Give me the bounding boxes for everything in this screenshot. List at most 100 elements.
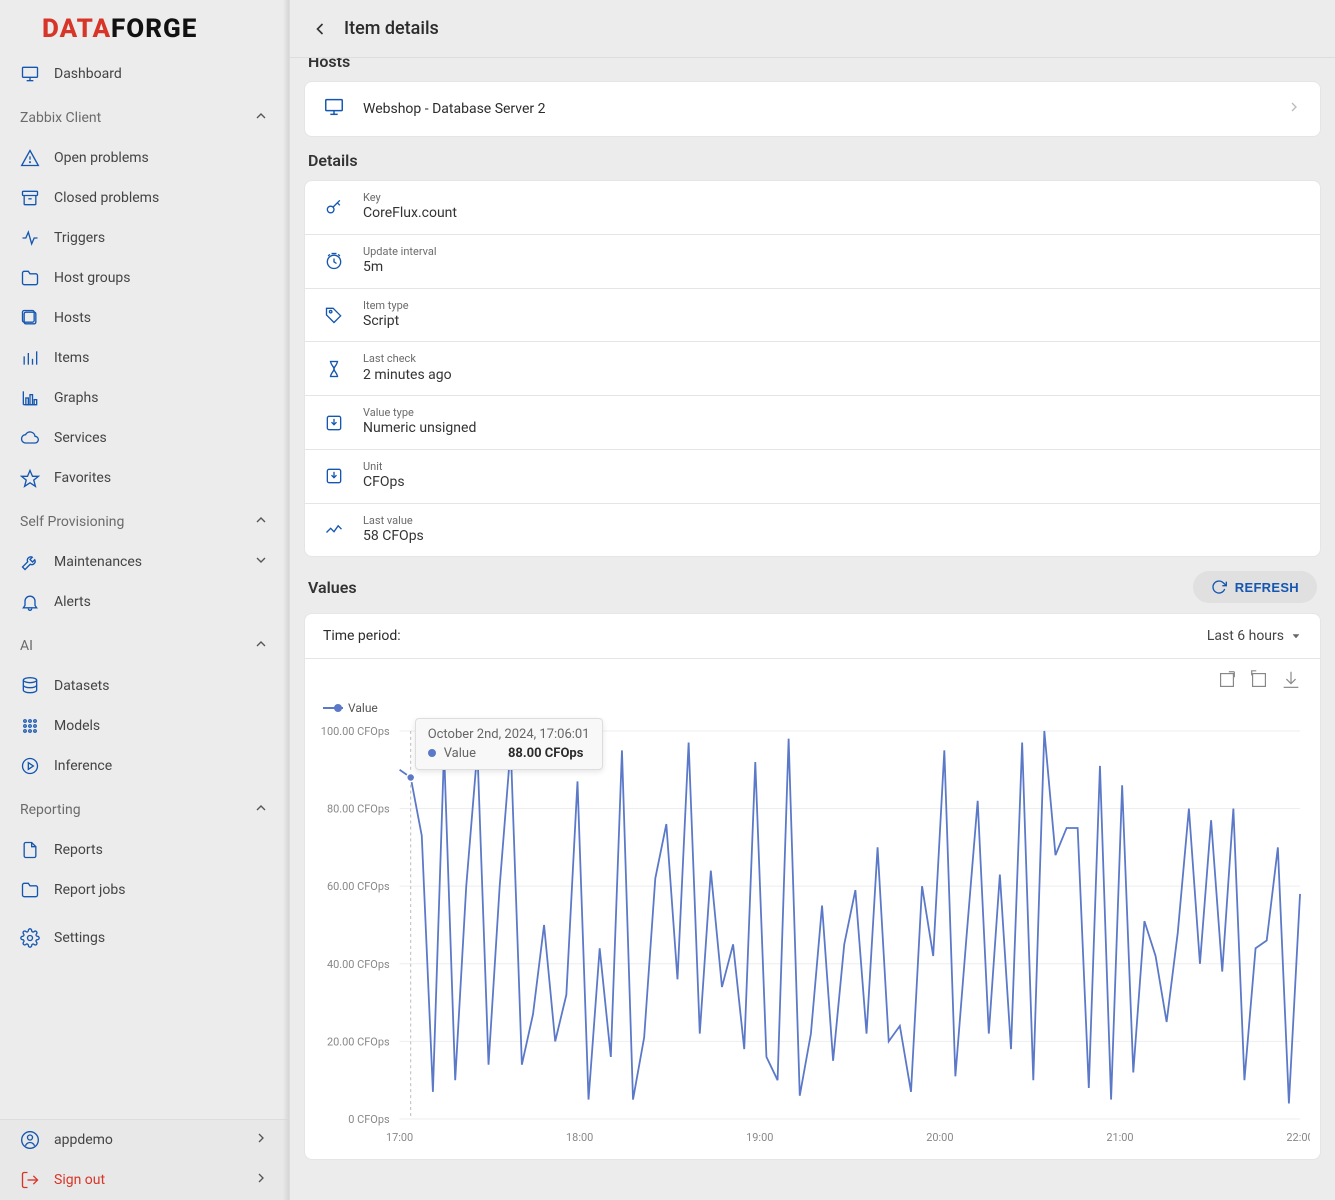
sidebar-group-reporting[interactable]: Reporting [0,786,289,830]
detail-label: Key [363,191,457,204]
sidebar-item-label: Inference [54,758,112,774]
sidebar-item-label: Host groups [54,270,131,286]
detail-value: 2 minutes ago [363,366,452,386]
content[interactable]: Hosts Webshop - Database Server 2 Detail… [290,58,1335,1200]
sidebar-item-label: Items [54,350,89,366]
line-chart[interactable]: 0 CFOps20.00 CFOps40.00 CFOps60.00 CFOps… [315,721,1310,1149]
refresh-label: REFRESH [1235,580,1299,595]
host-row[interactable]: Webshop - Database Server 2 [305,82,1320,136]
sidebar-signout-label: Sign out [54,1172,105,1188]
sidebar-item-graphs[interactable]: Graphs [0,378,289,418]
wrench-icon [20,552,40,572]
chevron-up-icon [253,800,269,820]
sidebar-item-hosts[interactable]: Hosts [0,298,289,338]
chart-area: Value 0 CFOps20.00 CFOps40.00 CFOps60.00… [305,659,1320,1159]
folder-icon [20,880,40,900]
sidebar-item-maintenances[interactable]: Maintenances [0,542,289,582]
app-logo: DATAFORGE [0,0,289,54]
sidebar-group-ai[interactable]: AI [0,622,289,666]
svg-text:19:00: 19:00 [746,1131,773,1144]
sidebar-item-favorites[interactable]: Favorites [0,458,289,498]
detail-row-last-check: Last check2 minutes ago [305,342,1320,396]
sidebar-item-closed-problems[interactable]: Closed problems [0,178,289,218]
sidebar-item-label: Datasets [54,678,109,694]
svg-text:17:00: 17:00 [386,1131,413,1144]
sidebar-item-settings[interactable]: Settings [0,918,289,958]
sidebar-item-label: Graphs [54,390,98,406]
detail-label: Value type [363,406,476,419]
sidebar-item-models[interactable]: Models [0,706,289,746]
legend-label: Value [348,701,378,715]
tag-icon [323,305,345,325]
sidebar-item-label: Maintenances [54,554,142,570]
star-icon [20,468,40,488]
sidebar-item-user[interactable]: appdemo [0,1120,289,1160]
back-button[interactable] [306,15,334,43]
zoom-select-icon[interactable] [1216,669,1238,691]
layers-icon [20,308,40,328]
key-icon [323,197,345,217]
main: Item details Hosts Webshop - Database Se… [290,0,1335,1200]
period-label: Time period: [323,628,401,644]
download-icon[interactable] [1280,669,1302,691]
sidebar-item-label: Closed problems [54,190,159,206]
sidebar-item-items[interactable]: Items [0,338,289,378]
page-title: Item details [344,18,439,39]
sidebar-footer: appdemo Sign out [0,1119,289,1200]
host-name: Webshop - Database Server 2 [363,101,546,117]
chevron-right-icon [253,1170,269,1190]
chevron-right-icon [1286,99,1302,119]
sidebar-item-label: Hosts [54,310,91,326]
gear-icon [20,928,40,948]
svg-text:40.00 CFOps: 40.00 CFOps [327,958,390,971]
sidebar-item-label: Dashboard [54,66,122,82]
sidebar-item-label: Settings [54,930,105,946]
logo-part1: DATA [42,14,111,44]
sidebar-item-triggers[interactable]: Triggers [0,218,289,258]
sidebar-item-label: Alerts [54,594,91,610]
svg-text:21:00: 21:00 [1106,1131,1133,1144]
refresh-button[interactable]: REFRESH [1193,571,1317,603]
period-selected: Last 6 hours [1207,628,1284,644]
sidebar-item-label: Open problems [54,150,149,166]
caret-down-icon [1290,630,1302,642]
sidebar-item-signout[interactable]: Sign out [0,1160,289,1200]
details-card: KeyCoreFlux.countUpdate interval5mItem t… [304,180,1321,557]
detail-row-key: KeyCoreFlux.count [305,181,1320,235]
period-select[interactable]: Last 6 hours [1207,628,1302,644]
sidebar-item-label: Reports [54,842,103,858]
section-values: Values [308,578,357,597]
sidebar-item-host-groups[interactable]: Host groups [0,258,289,298]
chart-legend: Value [315,695,1310,721]
detail-label: Item type [363,299,409,312]
svg-text:20.00 CFOps: 20.00 CFOps [327,1036,390,1049]
detail-label: Last value [363,514,424,527]
svg-text:22:00: 22:00 [1286,1131,1310,1144]
sidebar-item-label: Models [54,718,100,734]
sidebar-group-self-provisioning[interactable]: Self Provisioning [0,498,289,542]
detail-value: CFOps [363,473,405,493]
chart-icon [20,388,40,408]
sidebar-group-label: AI [20,638,33,654]
sidebar-item-label: Report jobs [54,882,125,898]
folder-icon [20,268,40,288]
sidebar-group-label: Reporting [20,802,81,818]
detail-value: Numeric unsigned [363,419,476,439]
sidebar-group-label: Zabbix Client [20,110,101,126]
sidebar-item-datasets[interactable]: Datasets [0,666,289,706]
values-header: Values REFRESH [304,557,1321,613]
sidebar-item-alerts[interactable]: Alerts [0,582,289,622]
sidebar-user-label: appdemo [54,1132,113,1148]
db-icon [20,676,40,696]
values-card: Time period: Last 6 hours Value 0 CFOp [304,613,1321,1160]
sidebar-item-services[interactable]: Services [0,418,289,458]
sidebar-item-reports[interactable]: Reports [0,830,289,870]
sidebar-item-open-problems[interactable]: Open problems [0,138,289,178]
sidebar-group-zabbix-client[interactable]: Zabbix Client [0,94,289,138]
chevron-up-icon [253,512,269,532]
zoom-reset-icon[interactable] [1248,669,1270,691]
chevron-up-icon [253,108,269,128]
sidebar-item-inference[interactable]: Inference [0,746,289,786]
sidebar-item-report-jobs[interactable]: Report jobs [0,870,289,910]
sidebar-item-dashboard[interactable]: Dashboard [0,54,289,94]
